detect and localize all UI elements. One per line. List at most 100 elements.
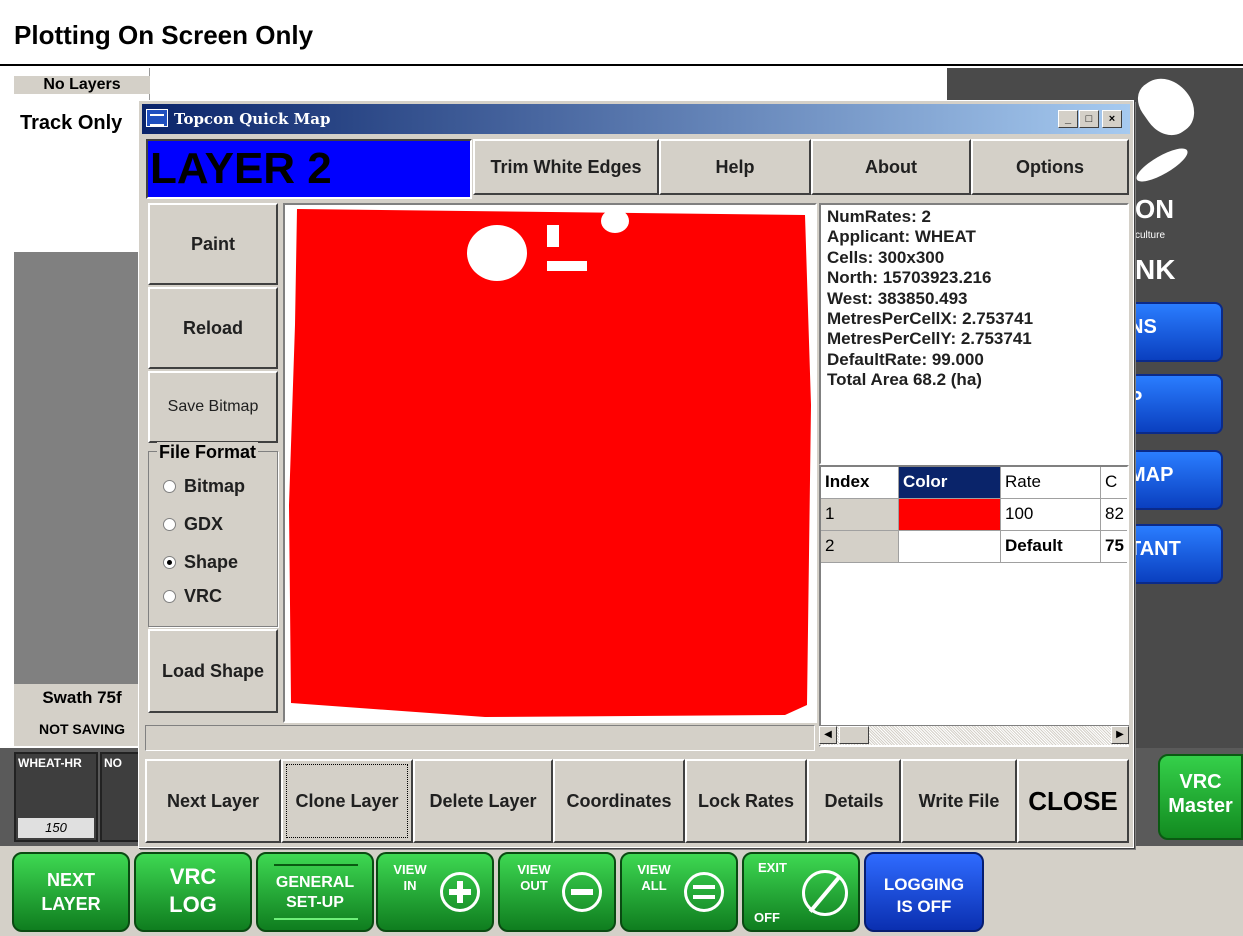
radio-icon xyxy=(163,590,176,603)
table-cell[interactable]: Default xyxy=(1001,531,1101,563)
info-line: West: 383850.493 xyxy=(827,288,968,308)
vrc-master-button[interactable]: VRC Master xyxy=(1158,754,1243,840)
info-line: Cells: 300x300 xyxy=(827,247,945,267)
logging-line2: IS OFF xyxy=(896,897,952,916)
layer-tile-name: NO xyxy=(104,756,122,770)
reload-button[interactable]: Reload xyxy=(148,287,278,369)
scroll-left-icon[interactable]: ◀ xyxy=(819,726,837,744)
radio-label: Shape xyxy=(184,552,239,572)
column-header[interactable]: Color xyxy=(899,467,1001,499)
table-cell[interactable]: 2 xyxy=(821,531,899,563)
brand-logo-text: ON xyxy=(1135,194,1174,224)
coordinates-button[interactable]: Coordinates xyxy=(553,759,685,843)
view-all-button[interactable]: VIEW ALL xyxy=(620,852,738,932)
clone-layer-button[interactable]: Clone Layer xyxy=(281,759,413,843)
divider xyxy=(274,864,358,866)
radio-icon xyxy=(163,480,176,493)
info-line: MetresPerCellX: 2.753741 xyxy=(827,309,1034,329)
layer-name-display: LAYER 2 xyxy=(146,139,472,199)
delete-layer-button[interactable]: Delete Layer xyxy=(413,759,553,843)
logging-button[interactable]: LOGGING IS OFF xyxy=(864,852,984,932)
quick-map-dialog: Topcon Quick Map _ □ × LAYER 2 Trim Whit… xyxy=(138,100,1134,848)
info-line: Applicant: WHEAT xyxy=(827,227,976,247)
view-out-label: VIEW OUT xyxy=(517,862,551,893)
color-swatch[interactable] xyxy=(899,531,1001,563)
column-header[interactable]: C xyxy=(1101,467,1127,499)
vrc-log-button[interactable]: VRC LOG xyxy=(134,852,252,932)
layer-info-box: NumRates: 2 Applicant: WHEAT Cells: 300x… xyxy=(819,203,1129,465)
minus-icon xyxy=(562,872,602,912)
radio-bitmap[interactable]: Bitmap xyxy=(163,476,245,497)
radio-label: GDX xyxy=(184,514,224,534)
minimize-icon[interactable]: _ xyxy=(1058,110,1078,128)
radio-shape[interactable]: Shape xyxy=(163,552,238,573)
general-setup-line2: SET-UP xyxy=(286,894,344,911)
next-layer-main-button[interactable]: NEXT LAYER xyxy=(12,852,130,932)
radio-vrc[interactable]: VRC xyxy=(163,586,222,607)
help-button[interactable]: Help xyxy=(659,139,811,195)
vrc-master-line2: Master xyxy=(1168,795,1233,817)
load-shape-button[interactable]: Load Shape xyxy=(148,629,278,713)
color-swatch[interactable] xyxy=(899,499,1001,531)
view-out-button[interactable]: VIEW OUT xyxy=(498,852,616,932)
info-line: NumRates: 2 xyxy=(827,207,931,226)
details-button[interactable]: Details xyxy=(807,759,901,843)
next-layer-button[interactable]: Next Layer xyxy=(145,759,281,843)
exit-label: EXIT xyxy=(758,860,787,875)
dialog-title: Topcon Quick Map xyxy=(174,110,331,128)
swath-label: Swath 75f xyxy=(14,684,150,714)
view-in-button[interactable]: VIEW IN xyxy=(376,852,494,932)
close-button[interactable]: CLOSE xyxy=(1017,759,1129,843)
layer-tile-name: WHEAT-HR xyxy=(18,756,82,770)
file-format-legend: File Format xyxy=(157,442,259,463)
file-format-group: File Format Bitmap GDX Shape VRC xyxy=(148,442,278,627)
map-canvas[interactable] xyxy=(283,203,817,723)
general-setup-line1: GENERAL xyxy=(275,874,355,891)
write-file-button[interactable]: Write File xyxy=(901,759,1017,843)
info-line: Total Area 68.2 (ha) xyxy=(827,370,982,390)
field-hole xyxy=(467,225,527,281)
exit-off-button[interactable]: EXIT OFF xyxy=(742,852,860,932)
top-white-strip xyxy=(150,68,947,104)
app-icon xyxy=(146,109,168,127)
off-label: OFF xyxy=(754,910,780,925)
field-hole xyxy=(547,261,587,271)
options-button[interactable]: Options xyxy=(971,139,1129,195)
scroll-right-icon[interactable]: ▶ xyxy=(1111,726,1129,744)
maximize-icon[interactable]: □ xyxy=(1079,110,1099,128)
lock-rates-button[interactable]: Lock Rates xyxy=(685,759,807,843)
column-header[interactable]: Rate xyxy=(1001,467,1101,499)
track-mode-label: Track Only xyxy=(20,112,123,134)
column-header[interactable]: Index xyxy=(821,467,899,499)
horizontal-scrollbar[interactable]: ◀ ▶ xyxy=(819,725,1129,745)
page-title: Plotting On Screen Only xyxy=(14,20,314,50)
plus-icon xyxy=(440,872,480,912)
view-all-label: VIEW ALL xyxy=(637,862,671,893)
dialog-titlebar[interactable]: Topcon Quick Map _ □ × xyxy=(142,104,1130,134)
vrc-log-line2: LOG xyxy=(169,892,217,917)
next-layer-line2: LAYER xyxy=(41,894,101,914)
saving-status: NOT SAVING xyxy=(14,714,150,746)
close-icon[interactable]: × xyxy=(1102,110,1122,128)
radio-gdx[interactable]: GDX xyxy=(163,514,223,535)
paint-button[interactable]: Paint xyxy=(148,203,278,285)
general-setup-button[interactable]: GENERAL SET-UP xyxy=(256,852,374,932)
radio-label: Bitmap xyxy=(184,476,246,496)
table-cell[interactable]: 75 xyxy=(1101,531,1127,563)
status-bar xyxy=(145,725,815,751)
about-button[interactable]: About xyxy=(811,139,971,195)
layer-tile[interactable]: WHEAT-HR 150 xyxy=(14,752,98,842)
table-cell[interactable]: 1 xyxy=(821,499,899,531)
field-map xyxy=(289,209,811,717)
table-cell[interactable]: 100 xyxy=(1001,499,1101,531)
table-cell[interactable]: 82 xyxy=(1101,499,1127,531)
info-line: North: 15703923.216 xyxy=(827,268,992,288)
scroll-thumb[interactable] xyxy=(839,726,869,744)
radio-icon xyxy=(163,518,176,531)
save-bitmap-button[interactable]: Save Bitmap xyxy=(148,371,278,443)
next-layer-line1: NEXT xyxy=(46,870,95,890)
radio-checked-icon xyxy=(163,556,176,569)
logo-swoosh-icon xyxy=(1130,67,1204,145)
field-hole xyxy=(547,225,559,247)
trim-white-edges-button[interactable]: Trim White Edges xyxy=(473,139,659,195)
